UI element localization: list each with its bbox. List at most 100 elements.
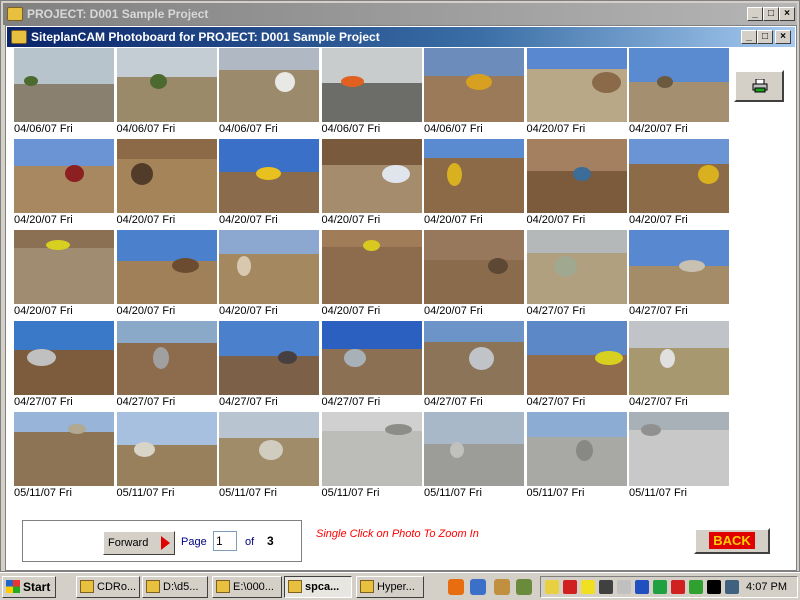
photo-image[interactable]: [219, 412, 319, 486]
start-button[interactable]: Start: [2, 576, 56, 598]
print-button[interactable]: [734, 70, 784, 102]
recycle-icon[interactable]: [516, 579, 532, 595]
photo-image[interactable]: [629, 412, 729, 486]
photo-thumbnail[interactable]: 04/27/07 Fri: [14, 321, 117, 412]
photo-thumbnail[interactable]: 04/20/07 Fri: [526, 48, 630, 139]
people-icon[interactable]: [494, 579, 510, 595]
photo-image[interactable]: [629, 321, 729, 395]
display-icon[interactable]: [707, 580, 721, 594]
photo-thumbnail[interactable]: 05/11/07 Fri: [424, 412, 527, 503]
sync-icon[interactable]: [653, 580, 667, 594]
inner-minimize-button[interactable]: _: [741, 30, 757, 44]
photo-thumbnail[interactable]: 04/20/07 Fri: [526, 139, 630, 230]
outer-title-bar[interactable]: PROJECT: D001 Sample Project _ □ ×: [3, 3, 797, 25]
photo-thumbnail[interactable]: 05/11/07 Fri: [116, 412, 220, 503]
photo-thumbnail[interactable]: 04/20/07 Fri: [116, 230, 220, 321]
photo-image[interactable]: [424, 48, 524, 122]
page-number-input[interactable]: [213, 531, 237, 551]
shield-icon[interactable]: [470, 579, 486, 595]
photo-thumbnail[interactable]: 04/06/07 Fri: [219, 48, 322, 139]
photo-thumbnail[interactable]: 04/06/07 Fri: [14, 48, 117, 139]
photo-image[interactable]: [526, 321, 627, 395]
photo-thumbnail[interactable]: 04/27/07 Fri: [116, 321, 220, 412]
photo-thumbnail[interactable]: 04/20/07 Fri: [14, 139, 117, 230]
photo-image[interactable]: [116, 412, 217, 486]
photo-thumbnail[interactable]: 05/11/07 Fri: [14, 412, 117, 503]
minimize-button[interactable]: _: [747, 7, 763, 21]
photo-thumbnail[interactable]: 05/11/07 Fri: [321, 412, 425, 503]
close-button[interactable]: ×: [779, 7, 795, 21]
photo-thumbnail[interactable]: 04/20/07 Fri: [424, 230, 527, 321]
photo-image[interactable]: [424, 321, 524, 395]
photo-image[interactable]: [629, 230, 729, 304]
photo-thumbnail[interactable]: 04/20/07 Fri: [321, 230, 425, 321]
photo-image[interactable]: [219, 230, 319, 304]
photo-thumbnail[interactable]: 04/06/07 Fri: [321, 48, 425, 139]
task-folder-d[interactable]: D:\d5...: [142, 576, 208, 598]
photo-thumbnail[interactable]: 05/11/07 Fri: [629, 412, 732, 503]
photo-thumbnail[interactable]: 04/20/07 Fri: [14, 230, 117, 321]
photo-image[interactable]: [526, 412, 627, 486]
adobe-icon[interactable]: [563, 580, 577, 594]
photo-image[interactable]: [14, 48, 114, 122]
photo-thumbnail[interactable]: 04/27/07 Fri: [526, 321, 630, 412]
photo-image[interactable]: [629, 139, 729, 213]
photo-thumbnail[interactable]: 05/11/07 Fri: [219, 412, 322, 503]
photo-image[interactable]: [629, 48, 729, 122]
firefox-icon[interactable]: [448, 579, 464, 595]
photo-image[interactable]: [14, 139, 114, 213]
photo-thumbnail[interactable]: 04/20/07 Fri: [629, 48, 732, 139]
photo-image[interactable]: [14, 321, 114, 395]
photo-image[interactable]: [321, 321, 422, 395]
antivirus-icon[interactable]: [671, 580, 685, 594]
photo-image[interactable]: [14, 412, 114, 486]
task-cdrom[interactable]: CDRo...: [76, 576, 140, 598]
photo-image[interactable]: [526, 139, 627, 213]
photo-image[interactable]: [321, 230, 422, 304]
photo-thumbnail[interactable]: 04/20/07 Fri: [629, 139, 732, 230]
task-spca[interactable]: spca...: [284, 576, 352, 598]
photo-image[interactable]: [219, 321, 319, 395]
photo-image[interactable]: [219, 48, 319, 122]
photo-image[interactable]: [424, 139, 524, 213]
photo-thumbnail[interactable]: 04/27/07 Fri: [629, 321, 732, 412]
bulb-icon[interactable]: [545, 580, 559, 594]
photo-thumbnail[interactable]: 04/27/07 Fri: [219, 321, 322, 412]
photo-thumbnail[interactable]: 04/20/07 Fri: [424, 139, 527, 230]
maximize-button[interactable]: □: [763, 7, 779, 21]
monitor-icon[interactable]: [689, 580, 703, 594]
inner-maximize-button[interactable]: □: [757, 30, 773, 44]
inner-close-button[interactable]: ×: [775, 30, 791, 44]
photo-image[interactable]: [526, 48, 627, 122]
photo-image[interactable]: [116, 139, 217, 213]
inner-title-bar[interactable]: SiteplanCAM Photoboard for PROJECT: D001…: [7, 27, 795, 47]
photo-image[interactable]: [321, 48, 422, 122]
forward-button[interactable]: Forward: [103, 531, 175, 555]
photo-image[interactable]: [219, 139, 319, 213]
photo-thumbnail[interactable]: 04/27/07 Fri: [424, 321, 527, 412]
network-icon[interactable]: [599, 580, 613, 594]
task-hyper[interactable]: Hyper...: [356, 576, 424, 598]
task-folder-e[interactable]: E:\000...: [212, 576, 282, 598]
photo-image[interactable]: [14, 230, 114, 304]
photo-thumbnail[interactable]: 05/11/07 Fri: [526, 412, 630, 503]
photo-thumbnail[interactable]: 04/20/07 Fri: [219, 230, 322, 321]
photo-thumbnail[interactable]: 04/27/07 Fri: [321, 321, 425, 412]
photo-thumbnail[interactable]: 04/27/07 Fri: [629, 230, 732, 321]
speaker-icon[interactable]: [617, 580, 631, 594]
photo-image[interactable]: [116, 48, 217, 122]
app-tray-icon[interactable]: [725, 580, 739, 594]
globe-icon[interactable]: [635, 580, 649, 594]
photo-image[interactable]: [116, 230, 217, 304]
photo-thumbnail[interactable]: 04/20/07 Fri: [116, 139, 220, 230]
photo-thumbnail[interactable]: 04/20/07 Fri: [321, 139, 425, 230]
photo-thumbnail[interactable]: 04/27/07 Fri: [526, 230, 630, 321]
photo-image[interactable]: [116, 321, 217, 395]
photo-image[interactable]: [424, 412, 524, 486]
photo-image[interactable]: [321, 139, 422, 213]
r-icon[interactable]: [581, 580, 595, 594]
photo-thumbnail[interactable]: 04/20/07 Fri: [219, 139, 322, 230]
photo-image[interactable]: [321, 412, 422, 486]
photo-image[interactable]: [526, 230, 627, 304]
photo-thumbnail[interactable]: 04/06/07 Fri: [116, 48, 220, 139]
